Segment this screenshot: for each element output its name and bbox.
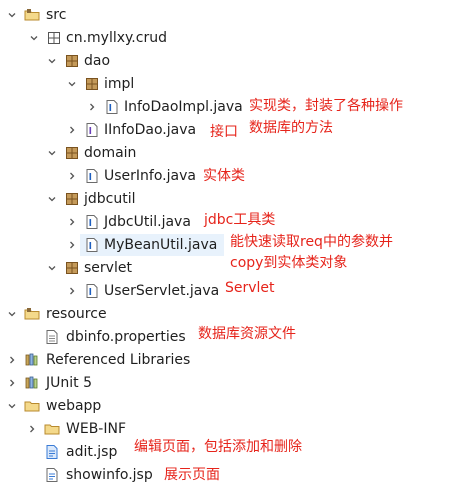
chevron-right-icon[interactable] (68, 172, 76, 180)
annotation-infodaoimpl-line1: 实现类，封装了各种操作 (249, 98, 403, 114)
jsp-file-icon (44, 467, 60, 483)
project-explorer-tree: src cn.myllxy.crud dao impl InfoDaoImpl.… (0, 0, 456, 483)
chevron-down-icon[interactable] (68, 80, 76, 88)
chevron-down-icon[interactable] (48, 195, 56, 203)
java-interface-icon (84, 122, 100, 138)
chevron-down-icon[interactable] (48, 149, 56, 157)
tree-item-label: webapp (46, 398, 102, 414)
folder-icon (24, 398, 40, 414)
chevron-right-icon[interactable] (88, 103, 96, 111)
properties-file-icon (44, 329, 60, 345)
tree-item-label: UserServlet.java (104, 283, 220, 299)
chevron-down-icon[interactable] (8, 310, 16, 318)
tree-item-userservlet[interactable]: UserServlet.java (0, 280, 222, 302)
package-icon (64, 145, 80, 161)
tree-item-package[interactable]: cn.myllxy.crud (0, 27, 456, 49)
jsp-file-icon (44, 444, 60, 460)
tree-item-referenced-libraries[interactable]: Referenced Libraries (0, 349, 456, 371)
chevron-right-icon[interactable] (68, 126, 76, 134)
tree-item-label: MyBeanUtil.java (104, 237, 218, 253)
annotation-iinfodao: 接口 (210, 124, 238, 140)
tree-item-label: dbinfo.properties (66, 329, 186, 345)
tree-item-label: jdbcutil (84, 191, 136, 207)
tree-item-label: JUnit 5 (46, 375, 92, 391)
source-folder-icon (24, 7, 40, 23)
tree-item-impl[interactable]: impl (0, 73, 456, 95)
chevron-down-icon[interactable] (8, 402, 16, 410)
tree-item-label: WEB-INF (66, 421, 126, 437)
tree-item-userinfo[interactable]: UserInfo.java (0, 165, 200, 187)
tree-item-label: cn.myllxy.crud (66, 30, 167, 46)
package-icon (46, 30, 62, 46)
tree-item-jdbcutil[interactable]: jdbcutil (0, 188, 456, 210)
chevron-down-icon[interactable] (30, 34, 38, 42)
tree-item-jdbcutiljava[interactable]: JdbcUtil.java (0, 211, 200, 233)
annotation-jdbcutil: jdbc工具类 (204, 212, 276, 228)
tree-item-label: adit.jsp (66, 444, 118, 460)
tree-item-junit[interactable]: JUnit 5 (0, 372, 456, 394)
java-file-icon (84, 168, 100, 184)
java-file-icon (84, 283, 100, 299)
library-icon (24, 375, 40, 391)
annotation-mybeanutil-line1: 能快速读取req中的参数并 (230, 234, 393, 250)
chevron-down-icon[interactable] (48, 264, 56, 272)
tree-item-label: src (46, 7, 67, 23)
tree-item-infodaoimpl[interactable]: InfoDaoImpl.java (0, 96, 248, 118)
tree-item-label: impl (104, 76, 135, 92)
chevron-right-icon[interactable] (28, 425, 36, 433)
annotation-dbinfo: 数据库资源文件 (198, 326, 296, 342)
tree-item-aditjsp[interactable]: adit.jsp (0, 441, 130, 463)
annotation-infodaoimpl-line2: 数据库的方法 (249, 120, 333, 136)
tree-item-resource[interactable]: resource (0, 303, 456, 325)
tree-item-domain[interactable]: domain (0, 142, 456, 164)
tree-item-servlet[interactable]: servlet (0, 257, 222, 279)
package-icon (64, 191, 80, 207)
tree-item-label: UserInfo.java (104, 168, 196, 184)
chevron-right-icon[interactable] (68, 287, 76, 295)
tree-item-label: dao (84, 53, 111, 69)
folder-icon (44, 421, 60, 437)
tree-item-webapp[interactable]: webapp (0, 395, 456, 417)
tree-item-mybeanutil[interactable]: MyBeanUtil.java (0, 234, 226, 256)
tree-item-label: InfoDaoImpl.java (124, 99, 243, 115)
annotation-userinfo: 实体类 (203, 168, 245, 184)
annotation-userservlet: Servlet (225, 280, 275, 296)
chevron-right-icon[interactable] (68, 241, 76, 249)
chevron-down-icon[interactable] (8, 11, 16, 19)
tree-item-dbinfo[interactable]: dbinfo.properties (0, 326, 196, 348)
tree-item-src[interactable]: src (0, 4, 456, 26)
chevron-right-icon[interactable] (8, 379, 16, 387)
package-icon (84, 76, 100, 92)
package-icon (64, 53, 80, 69)
java-file-icon (84, 214, 100, 230)
chevron-down-icon[interactable] (48, 57, 56, 65)
java-file-icon (104, 99, 120, 115)
tree-item-label: servlet (84, 260, 132, 276)
tree-item-label: IInfoDao.java (104, 122, 197, 138)
library-icon (24, 352, 40, 368)
tree-item-iinfodao[interactable]: IInfoDao.java (0, 119, 206, 141)
annotation-aditjsp: 编辑页面，包括添加和删除 (134, 439, 302, 455)
tree-item-dao[interactable]: dao (0, 50, 456, 72)
chevron-right-icon[interactable] (8, 356, 16, 364)
tree-item-label: Referenced Libraries (46, 352, 191, 368)
tree-item-label: domain (84, 145, 137, 161)
tree-item-label: resource (46, 306, 107, 322)
java-file-icon (84, 237, 100, 253)
annotation-mybeanutil-line2: copy到实体类对象 (230, 255, 348, 271)
package-icon (64, 260, 80, 276)
chevron-right-icon[interactable] (68, 218, 76, 226)
source-folder-icon (24, 306, 40, 322)
tree-item-label: JdbcUtil.java (104, 214, 191, 230)
